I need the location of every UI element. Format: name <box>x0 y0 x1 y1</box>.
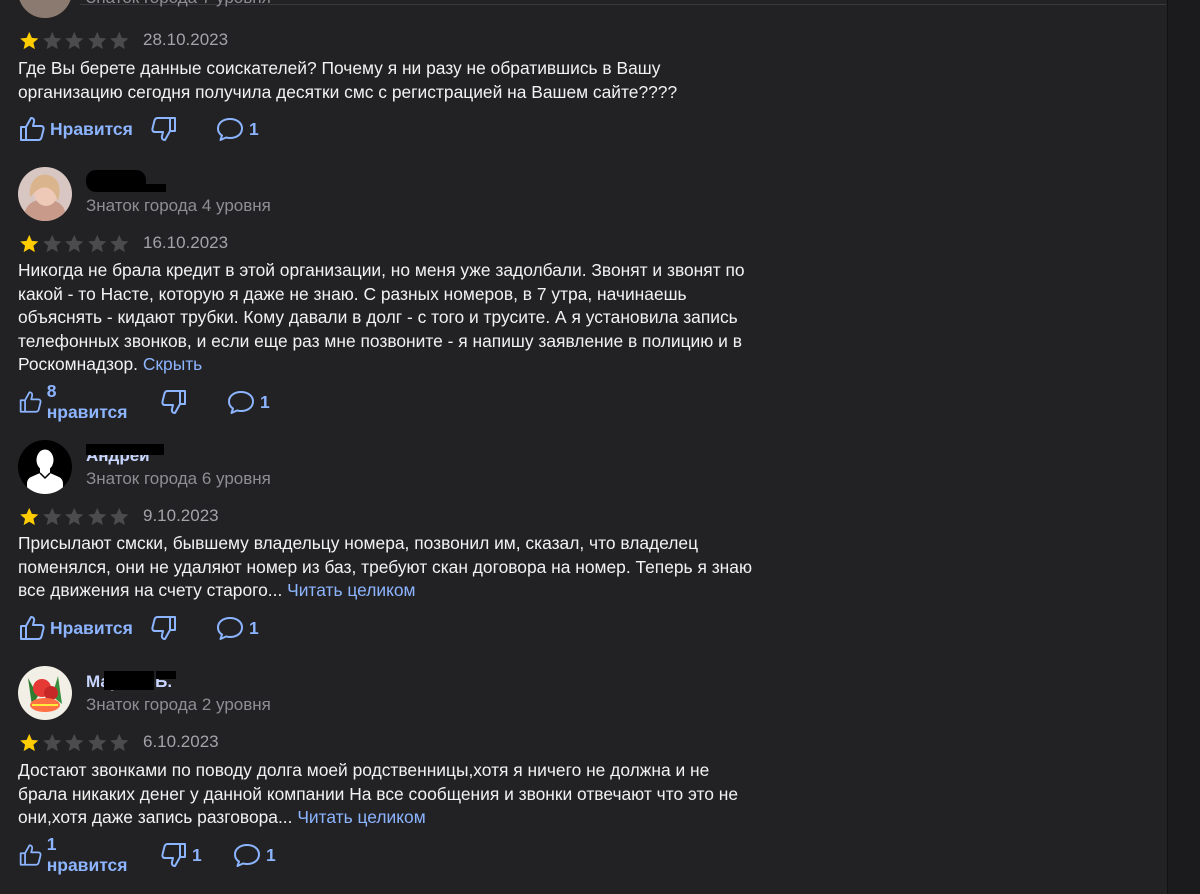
redacted-name <box>104 671 154 690</box>
avatar[interactable] <box>18 440 72 494</box>
comment-icon <box>234 844 260 867</box>
review-text: Никогда не брала кредит в этой организац… <box>18 259 758 377</box>
review-date: 6.10.2023 <box>143 732 219 751</box>
like-icon <box>19 844 42 866</box>
comments-button[interactable]: 1 <box>215 614 259 642</box>
star-icon <box>110 507 129 526</box>
review-text-body: Где Вы берете данные соискателей? Почему… <box>18 58 678 102</box>
redacted-name <box>128 184 166 192</box>
like-icon <box>19 391 42 413</box>
avatar[interactable] <box>18 167 72 221</box>
comment-icon <box>217 617 243 640</box>
review-text: Где Вы берете данные соискателей? Почему… <box>18 57 758 104</box>
star-icon <box>20 507 39 526</box>
star-icon <box>42 733 61 752</box>
star-icon <box>65 507 84 526</box>
star-rating <box>18 732 131 752</box>
review-text: Достают звонками по поводу долга моей ро… <box>18 759 758 830</box>
comments-button[interactable]: 1 <box>232 841 276 869</box>
scrollbar-track[interactable] <box>1168 0 1200 894</box>
star-icon <box>20 733 39 752</box>
star-icon <box>42 31 61 50</box>
dislike-icon <box>151 117 176 141</box>
comment-icon <box>228 391 254 414</box>
star-icon <box>65 234 84 253</box>
like-button[interactable]: Нравится <box>18 614 133 642</box>
hide-link[interactable]: Скрыть <box>143 354 202 374</box>
comments-button[interactable]: 1 <box>215 115 259 143</box>
author-level: Знаток города 7 уровня <box>86 0 271 8</box>
like-label: Нравится <box>50 118 133 139</box>
star-icon <box>87 733 106 752</box>
star-icon <box>20 31 39 50</box>
read-more-link[interactable]: Читать целиком <box>287 580 415 600</box>
like-label: 8 нравится <box>46 381 128 422</box>
star-rating <box>18 233 131 253</box>
star-rating <box>18 30 131 50</box>
dislike-button[interactable] <box>150 614 178 642</box>
author-level: Знаток города 6 уровня <box>86 469 271 488</box>
like-button[interactable]: 8 нравится <box>18 381 131 422</box>
read-more-link[interactable]: Читать целиком <box>297 807 425 827</box>
star-icon <box>87 234 106 253</box>
dislike-button[interactable] <box>150 115 178 143</box>
next-section-heading: ▀▀▀ ▀▀▀▀▀ ▀▀▀▀▀▀▀▀ <box>18 886 258 894</box>
comments-count: 1 <box>266 844 276 865</box>
comments-count: 1 <box>249 118 259 139</box>
dislike-count: 1 <box>192 844 202 865</box>
review-date: 28.10.2023 <box>143 30 229 49</box>
like-button[interactable]: 1 нравится <box>18 834 131 875</box>
star-icon <box>87 507 106 526</box>
star-icon <box>110 234 129 253</box>
review-text: Присылают смски, бывшему владельцу номер… <box>18 532 758 603</box>
star-rating <box>18 506 131 526</box>
dislike-icon <box>151 616 176 640</box>
comment-icon <box>217 118 243 141</box>
review-date: 9.10.2023 <box>143 506 219 525</box>
dislike-button[interactable]: 1 <box>160 841 202 869</box>
review-text-body: Никогда не брала кредит в этой организац… <box>18 260 745 374</box>
dislike-icon <box>161 390 186 414</box>
star-icon <box>87 31 106 50</box>
like-label: 1 нравится <box>46 834 128 875</box>
author-level: Знаток города 2 уровня <box>86 695 271 714</box>
like-button[interactable]: Нравится <box>18 115 133 143</box>
like-label: Нравится <box>50 617 133 638</box>
comments-count: 1 <box>260 391 270 412</box>
star-icon <box>110 31 129 50</box>
redacted-name <box>156 671 176 679</box>
like-icon <box>20 117 45 141</box>
reviews-page: Знаток города 7 уровня 28.10.2023 Где Вы… <box>0 0 1200 894</box>
redacted-name <box>86 444 164 455</box>
star-icon <box>110 733 129 752</box>
author-level: Знаток города 4 уровня <box>86 196 271 215</box>
star-icon <box>42 234 61 253</box>
comments-count: 1 <box>249 617 259 638</box>
avatar[interactable] <box>18 666 72 720</box>
comments-button[interactable]: 1 <box>226 388 270 416</box>
dislike-icon <box>161 843 186 867</box>
like-icon <box>20 616 45 640</box>
review-date: 16.10.2023 <box>143 233 229 252</box>
star-icon <box>20 234 39 253</box>
dislike-button[interactable] <box>160 388 188 416</box>
star-icon <box>65 733 84 752</box>
star-icon <box>42 507 61 526</box>
avatar[interactable] <box>18 0 72 18</box>
star-icon <box>65 31 84 50</box>
review-item: Знаток города 7 уровня 28.10.2023 Где Вы… <box>0 0 1160 150</box>
